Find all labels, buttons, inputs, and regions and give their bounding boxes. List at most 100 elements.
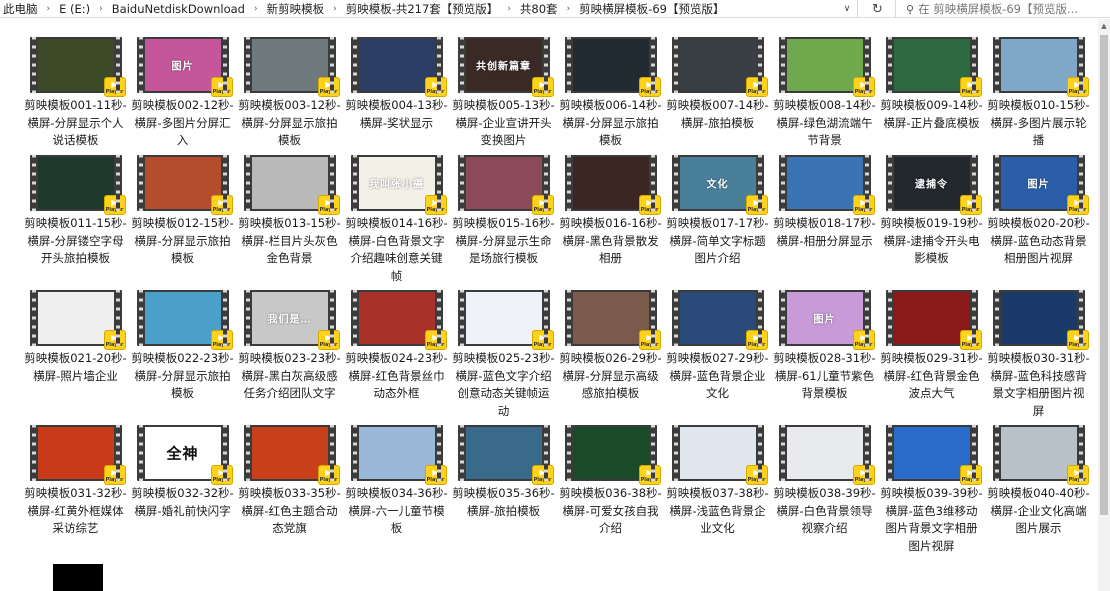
- video-thumbnail[interactable]: ▶ Player: [136, 155, 233, 215]
- file-item[interactable]: ▶ Player 剪映模板013-15秒-横屏-栏目片头灰色金色背景: [236, 155, 343, 290]
- video-thumbnail[interactable]: ▶ Player: [243, 425, 340, 485]
- video-thumbnail[interactable]: ▶ Player: [29, 37, 126, 97]
- file-item[interactable]: 全神 ▶ Player 剪映模板032-32秒-横屏-婚礼前快闪字: [129, 425, 236, 553]
- file-item[interactable]: ▶ Player 剪映模板040-40秒-横屏-企业文化高端图片展示: [985, 425, 1092, 553]
- video-thumbnail[interactable]: 图片 ▶ Player: [136, 37, 233, 97]
- breadcrumb-item-new-templates[interactable]: 新剪映模板: [264, 1, 328, 17]
- refresh-button[interactable]: ↻: [860, 0, 896, 18]
- file-item[interactable]: ▶ Player 剪映模板003-12秒-横屏-分屏显示旅拍模板: [236, 37, 343, 155]
- video-thumbnail[interactable]: 文化 ▶ Player: [671, 155, 768, 215]
- video-thumbnail[interactable]: ▶ Player: [778, 37, 875, 97]
- file-item[interactable]: ▶ Player 剪映模板035-36秒-横屏-旅拍模板: [450, 425, 557, 553]
- video-thumbnail[interactable]: ▶ Player: [564, 155, 661, 215]
- video-thumbnail[interactable]: 图片 ▶ Player: [778, 290, 875, 350]
- file-item[interactable]: ▶ Player 剪映模板038-39秒-横屏-白色背景领导视察介绍: [771, 425, 878, 553]
- search-input[interactable]: [918, 2, 1099, 16]
- video-thumbnail[interactable]: 我们是… ▶ Player: [243, 290, 340, 350]
- file-item[interactable]: ▶ Player 剪映模板010-15秒-横屏-多图片展示轮播: [985, 37, 1092, 155]
- chevron-right-icon[interactable]: ›: [327, 4, 343, 14]
- video-thumbnail[interactable]: ▶ Player: [778, 155, 875, 215]
- video-thumbnail[interactable]: 图片 ▶ Player: [992, 155, 1089, 215]
- video-thumbnail[interactable]: ▶ Player: [29, 290, 126, 350]
- video-thumbnail[interactable]: 全神 ▶ Player: [136, 425, 233, 485]
- video-thumbnail[interactable]: ▶ Player: [29, 155, 126, 215]
- video-thumbnail[interactable]: ▶ Player: [457, 155, 554, 215]
- chevron-right-icon[interactable]: ›: [561, 4, 577, 14]
- file-item[interactable]: ▶ Player 剪映模板033-35秒-横屏-红色主题合动态党旗: [236, 425, 343, 553]
- video-thumbnail[interactable]: ▶ Player: [136, 290, 233, 350]
- file-item[interactable]: ▶ Player 剪映模板006-14秒-横屏-分屏显示旅拍模板: [557, 37, 664, 155]
- file-item[interactable]: 图片 ▶ Player 剪映模板028-31秒-横屏-61儿童节紫色背景模板: [771, 290, 878, 425]
- video-thumbnail[interactable]: ▶ Player: [992, 425, 1089, 485]
- chevron-right-icon[interactable]: ›: [248, 4, 264, 14]
- file-item[interactable]: 逮捕令 ▶ Player 剪映模板019-19秒-横屏-逮捕令开头电影模板: [878, 155, 985, 290]
- file-item[interactable]: 我们是… ▶ Player 剪映模板023-23秒-横屏-黑白灰高级感任务介绍团队文字: [236, 290, 343, 425]
- breadcrumb-item-this-pc[interactable]: 此电脑: [0, 1, 41, 17]
- file-item[interactable]: ▶ Player 剪映模板025-23秒-横屏-蓝色文字介绍创意动态关键帧运动: [450, 290, 557, 425]
- file-item[interactable]: ▶ Player 剪映模板027-29秒-横屏-蓝色背景企业文化: [664, 290, 771, 425]
- address-dropdown-button[interactable]: ∨: [836, 0, 858, 18]
- video-thumbnail[interactable]: ▶ Player: [671, 290, 768, 350]
- breadcrumb-item-baidu-download[interactable]: BaiduNetdiskDownload: [109, 2, 248, 16]
- video-thumbnail[interactable]: ▶ Player: [350, 290, 447, 350]
- video-thumbnail[interactable]: 我叫张小摄 ▶ Player: [350, 155, 447, 215]
- breadcrumb-item-current-folder[interactable]: 剪映横屏模板-69【预览版】: [576, 1, 727, 17]
- file-item[interactable]: ▶ Player 剪映模板034-36秒-横屏-六一儿童节模板: [343, 425, 450, 553]
- file-item[interactable]: ▶ Player 剪映模板029-31秒-横屏-红色背景金色波点大气: [878, 290, 985, 425]
- search-box[interactable]: ⚲: [898, 0, 1110, 18]
- video-thumbnail[interactable]: ▶ Player: [885, 425, 982, 485]
- video-thumbnail[interactable]: ▶ Player: [778, 425, 875, 485]
- scroll-up-icon[interactable]: ▲: [1098, 19, 1110, 33]
- video-thumbnail[interactable]: ▶ Player: [243, 37, 340, 97]
- video-thumbnail[interactable]: ▶ Player: [457, 425, 554, 485]
- file-item[interactable]: 我叫张小摄 ▶ Player 剪映模板014-16秒-横屏-白色背景文字介绍趣味创意关…: [343, 155, 450, 290]
- video-thumbnail[interactable]: ▶ Player: [885, 290, 982, 350]
- file-item[interactable]: 共创新篇章 ▶ Player 剪映模板005-13秒-横屏-企业宣讲开头变换图片: [450, 37, 557, 155]
- breadcrumb-item-drive-e[interactable]: E (E:): [56, 2, 93, 16]
- file-item[interactable]: ▶ Player 剪映模板022-23秒-横屏-分屏显示旅拍模板: [129, 290, 236, 425]
- chevron-right-icon[interactable]: ›: [501, 4, 517, 14]
- video-thumbnail[interactable]: ▶ Player: [671, 425, 768, 485]
- file-item[interactable]: ▶ Player 剪映模板018-17秒-横屏-相册分屏显示: [771, 155, 878, 290]
- file-item[interactable]: ▶ Player 剪映模板007-14秒-横屏-旅拍模板: [664, 37, 771, 155]
- file-item[interactable]: 图片 ▶ Player 剪映模板020-20秒-横屏-蓝色动态背景相册图片视屏: [985, 155, 1092, 290]
- video-thumbnail[interactable]: ▶ Player: [885, 37, 982, 97]
- video-thumbnail[interactable]: ▶ Player: [350, 425, 447, 485]
- vertical-scrollbar[interactable]: ▲: [1098, 19, 1110, 591]
- file-item[interactable]: ▶ Player 剪映模板008-14秒-横屏-绿色湖流端午节背景: [771, 37, 878, 155]
- file-item[interactable]: ▶ Player 剪映模板015-16秒-横屏-分屏显示生命是场旅行模板: [450, 155, 557, 290]
- file-item[interactable]: 图片 ▶ Player 剪映模板002-12秒-横屏-多图片分屏汇入: [129, 37, 236, 155]
- file-item[interactable]: ▶ Player 剪映模板016-16秒-横屏-黑色背景散发相册: [557, 155, 664, 290]
- file-item[interactable]: 文化 ▶ Player 剪映模板017-17秒-横屏-简单文字标题图片介绍: [664, 155, 771, 290]
- scroll-thumb[interactable]: [1100, 35, 1108, 515]
- file-item[interactable]: ▶ Player 剪映模板009-14秒-横屏-正片叠底模板: [878, 37, 985, 155]
- file-item[interactable]: ▶ Player 剪映模板012-15秒-横屏-分屏显示旅拍模板: [129, 155, 236, 290]
- video-thumbnail[interactable]: ▶ Player: [29, 425, 126, 485]
- video-thumbnail[interactable]: ▶ Player: [457, 290, 554, 350]
- video-thumbnail[interactable]: ▶ Player: [992, 290, 1089, 350]
- video-thumbnail[interactable]: ▶ Player: [564, 425, 661, 485]
- video-thumbnail[interactable]: ▶ Player: [350, 37, 447, 97]
- partial-thumbnail[interactable]: [53, 564, 103, 591]
- video-thumbnail[interactable]: ▶ Player: [671, 37, 768, 97]
- video-thumbnail[interactable]: ▶ Player: [992, 37, 1089, 97]
- breadcrumb-item-template-217[interactable]: 剪映模板-共217套【预览版】: [343, 1, 502, 17]
- file-item[interactable]: ▶ Player 剪映模板004-13秒-横屏-奖状显示: [343, 37, 450, 155]
- file-item[interactable]: ▶ Player 剪映模板037-38秒-横屏-浅蓝色背景企业文化: [664, 425, 771, 553]
- file-item[interactable]: ▶ Player 剪映模板026-29秒-横屏-分屏显示高级感旅拍模板: [557, 290, 664, 425]
- file-item[interactable]: ▶ Player 剪映模板001-11秒-横屏-分屏显示个人说话模板: [22, 37, 129, 155]
- chevron-right-icon[interactable]: ›: [93, 4, 109, 14]
- video-thumbnail[interactable]: ▶ Player: [564, 290, 661, 350]
- video-thumbnail[interactable]: ▶ Player: [243, 155, 340, 215]
- file-item[interactable]: ▶ Player 剪映模板031-32秒-横屏-红黄外框媒体采访综艺: [22, 425, 129, 553]
- video-thumbnail[interactable]: 共创新篇章 ▶ Player: [457, 37, 554, 97]
- file-item[interactable]: ▶ Player 剪映模板039-39秒-横屏-蓝色3维移动图片背景文字相册图片视屏: [878, 425, 985, 553]
- file-item[interactable]: ▶ Player 剪映模板030-31秒-横屏-蓝色科技感背景文字相册图片视屏: [985, 290, 1092, 425]
- file-item[interactable]: ▶ Player 剪映模板024-23秒-横屏-红色背景丝巾动态外框: [343, 290, 450, 425]
- video-thumbnail[interactable]: ▶ Player: [564, 37, 661, 97]
- breadcrumb[interactable]: 此电脑 › E (E:) › BaiduNetdiskDownload › 新剪…: [0, 0, 858, 18]
- file-item[interactable]: ▶ Player 剪映模板036-38秒-横屏-可爱女孩自我介绍: [557, 425, 664, 553]
- file-item[interactable]: ▶ Player 剪映模板021-20秒-横屏-照片墙企业: [22, 290, 129, 425]
- video-thumbnail[interactable]: 逮捕令 ▶ Player: [885, 155, 982, 215]
- chevron-right-icon[interactable]: ›: [41, 4, 57, 14]
